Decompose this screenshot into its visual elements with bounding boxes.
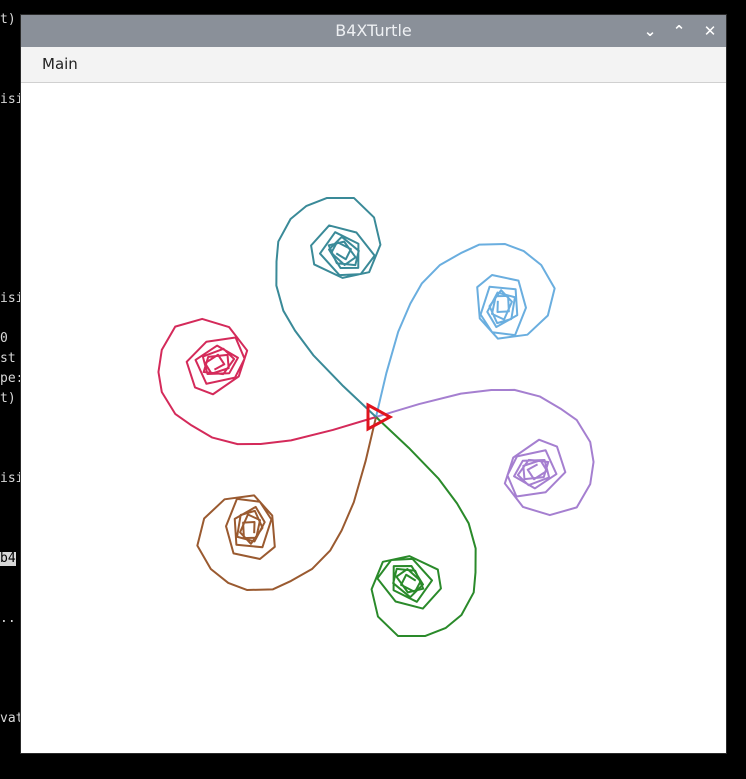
maximize-button[interactable]: ⌃: [669, 21, 689, 41]
close-button[interactable]: ✕: [700, 21, 720, 41]
menu-item-main[interactable]: Main: [33, 47, 87, 82]
terminal-line: t): [0, 12, 16, 27]
terminal-line: isi: [0, 92, 24, 107]
spiral-arm-purple: [375, 388, 595, 517]
spiral-arm-brown: [196, 416, 377, 592]
terminal-line: ..: [0, 611, 16, 626]
window-title: B4XTurtle: [335, 21, 412, 40]
spiral-arm-sky-blue: [375, 242, 556, 418]
spiral-path: [196, 416, 377, 592]
app-window: B4XTurtle ⌄ ⌃ ✕ Main: [21, 15, 726, 753]
terminal-line: isi: [0, 471, 24, 486]
spiral-arm-green: [370, 416, 477, 638]
turtle-drawing: [157, 196, 595, 638]
terminal-line: pe:: [0, 371, 24, 386]
spiral-path: [375, 242, 556, 418]
menu-bar: Main: [21, 47, 726, 83]
spiral-path: [275, 196, 382, 418]
spiral-arm-teal: [275, 196, 382, 418]
minimize-button[interactable]: ⌄: [640, 21, 660, 41]
spiral-arm-crimson: [157, 317, 377, 446]
terminal-line: vat: [0, 711, 24, 726]
spiral-path: [370, 416, 477, 638]
terminal-line: st: [0, 351, 16, 366]
terminal-line: isi: [0, 291, 24, 306]
terminal-line-highlighted: b4: [0, 551, 16, 566]
terminal-line: 0: [0, 331, 8, 346]
title-bar[interactable]: B4XTurtle ⌄ ⌃ ✕: [21, 15, 726, 47]
spiral-path: [157, 317, 377, 446]
terminal-line: t): [0, 391, 16, 406]
spiral-path: [375, 388, 595, 517]
turtle-canvas[interactable]: [21, 83, 726, 753]
